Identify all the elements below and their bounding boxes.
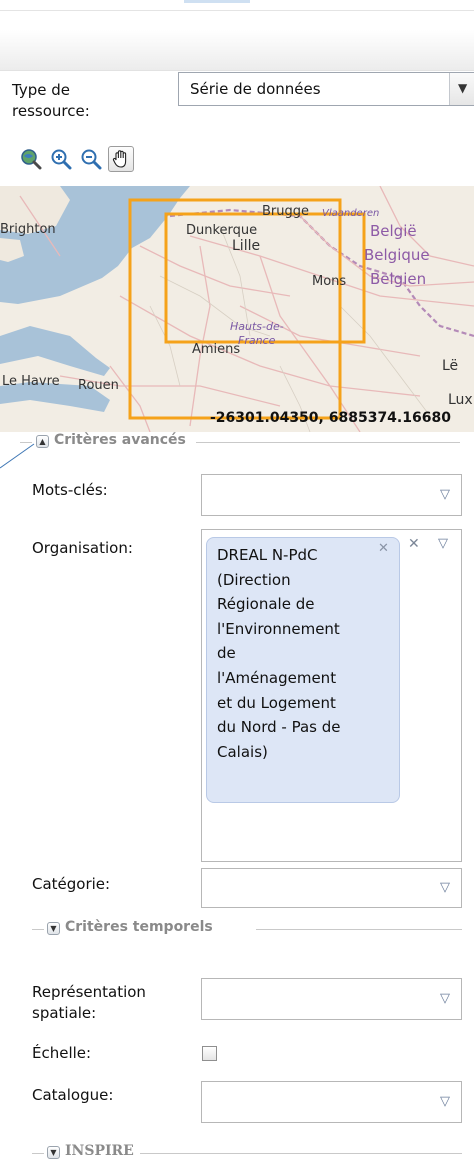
map-label-hauts-1: Hauts-de- [230,320,284,333]
map-label-le-havre: Le Havre [2,374,60,389]
advanced-fieldset-line-left [20,442,32,443]
keywords-field[interactable]: ▽ [201,474,462,516]
resource-type-trigger[interactable]: ▼ [449,73,474,105]
spatial-repr-label: Représentation spatiale: [32,983,146,1022]
remove-tag-icon[interactable]: ✕ [378,541,389,556]
keywords-dropdown-icon[interactable]: ▽ [440,487,450,502]
clear-all-icon[interactable]: ✕ [408,536,420,552]
header-band [0,30,474,71]
keywords-label: Mots-clés: [32,481,108,499]
temporal-fieldset-line-right [256,929,462,930]
map-toolbar [18,146,134,172]
resource-type-value: Série de données [190,80,321,98]
catalogue-dropdown-icon[interactable]: ▽ [440,1094,450,1109]
spatial-repr-field[interactable]: ▽ [201,978,462,1020]
zoom-out-button[interactable] [78,146,104,172]
map-label-amiens: Amiens [192,342,241,357]
chevron-up-icon: ▲ [39,437,46,446]
zoom-extent-button[interactable] [18,146,44,172]
active-tab-indicator [184,0,250,3]
zoom-in-icon [51,149,72,170]
temporal-fieldset-line-left [32,929,44,930]
category-label: Catégorie: [32,875,111,893]
category-field[interactable]: ▽ [201,868,462,908]
resource-type-select[interactable]: Série de données ▼ [178,72,474,106]
temporal-title: Critères temporels [65,919,213,935]
map-label-rouen: Rouen [78,378,119,393]
inspire-fieldset-line-right [140,1153,462,1154]
advanced-fieldset-line-right [196,442,460,443]
zoom-out-icon [81,149,102,170]
organisation-label: Organisation: [32,539,133,557]
scale-label: Échelle: [32,1044,92,1062]
pan-button[interactable] [108,146,134,172]
map-label-belgie: België [370,222,417,240]
map-label-dunkerque: Dunkerque [186,223,258,238]
chevron-down-icon: ▼ [458,81,468,95]
category-dropdown-icon[interactable]: ▽ [440,880,450,895]
map-label-brighton: Brighton [0,222,56,237]
chevron-down-icon: ▼ [50,924,57,933]
organisation-dropdown-icon[interactable]: ▽ [438,536,448,551]
organisation-tag-text: DREAL N-PdC (Direction Régionale de l'En… [217,546,341,761]
temporal-toggle[interactable]: ▼ [47,922,60,935]
connector-line [0,443,35,469]
catalogue-label: Catalogue: [32,1086,114,1104]
inspire-fieldset-line-left [32,1153,44,1154]
map-sea-lower [0,326,110,376]
zoom-in-button[interactable] [48,146,74,172]
map-label-lille: Lille [232,238,261,254]
catalogue-field[interactable]: ▽ [201,1081,462,1123]
inspire-toggle[interactable]: ▼ [47,1146,60,1159]
map-label-lux: Lux [448,392,473,408]
resource-type-label: Type de ressource: [12,81,90,120]
scale-checkbox[interactable] [202,1046,217,1061]
hand-pan-icon [112,150,127,168]
map-label-belgien: Belgien [370,270,427,288]
map-label-hauts-2: France [238,334,276,347]
chevron-down-icon: ▼ [50,1148,57,1157]
advanced-toggle[interactable]: ▲ [36,435,49,448]
map-label-brugge: Brugge [262,204,310,219]
inspire-title: INSPIRE [65,1143,134,1159]
globe-zoom-icon [21,149,42,170]
spatial-repr-dropdown-icon[interactable]: ▽ [440,991,450,1006]
map-label-vlaanderen: Vlaanderen [322,208,380,219]
map-viewport[interactable]: Brugge Vlaanderen Brighton Dunkerque Lil… [0,186,474,432]
map-coordinates: -26301.04350, 6885374.16680 [210,410,451,426]
map-label-le: Lë [442,358,459,374]
map-label-belgique: Belgique [364,246,430,264]
advanced-title: Critères avancés [54,432,186,448]
map-label-mons: Mons [312,274,347,289]
